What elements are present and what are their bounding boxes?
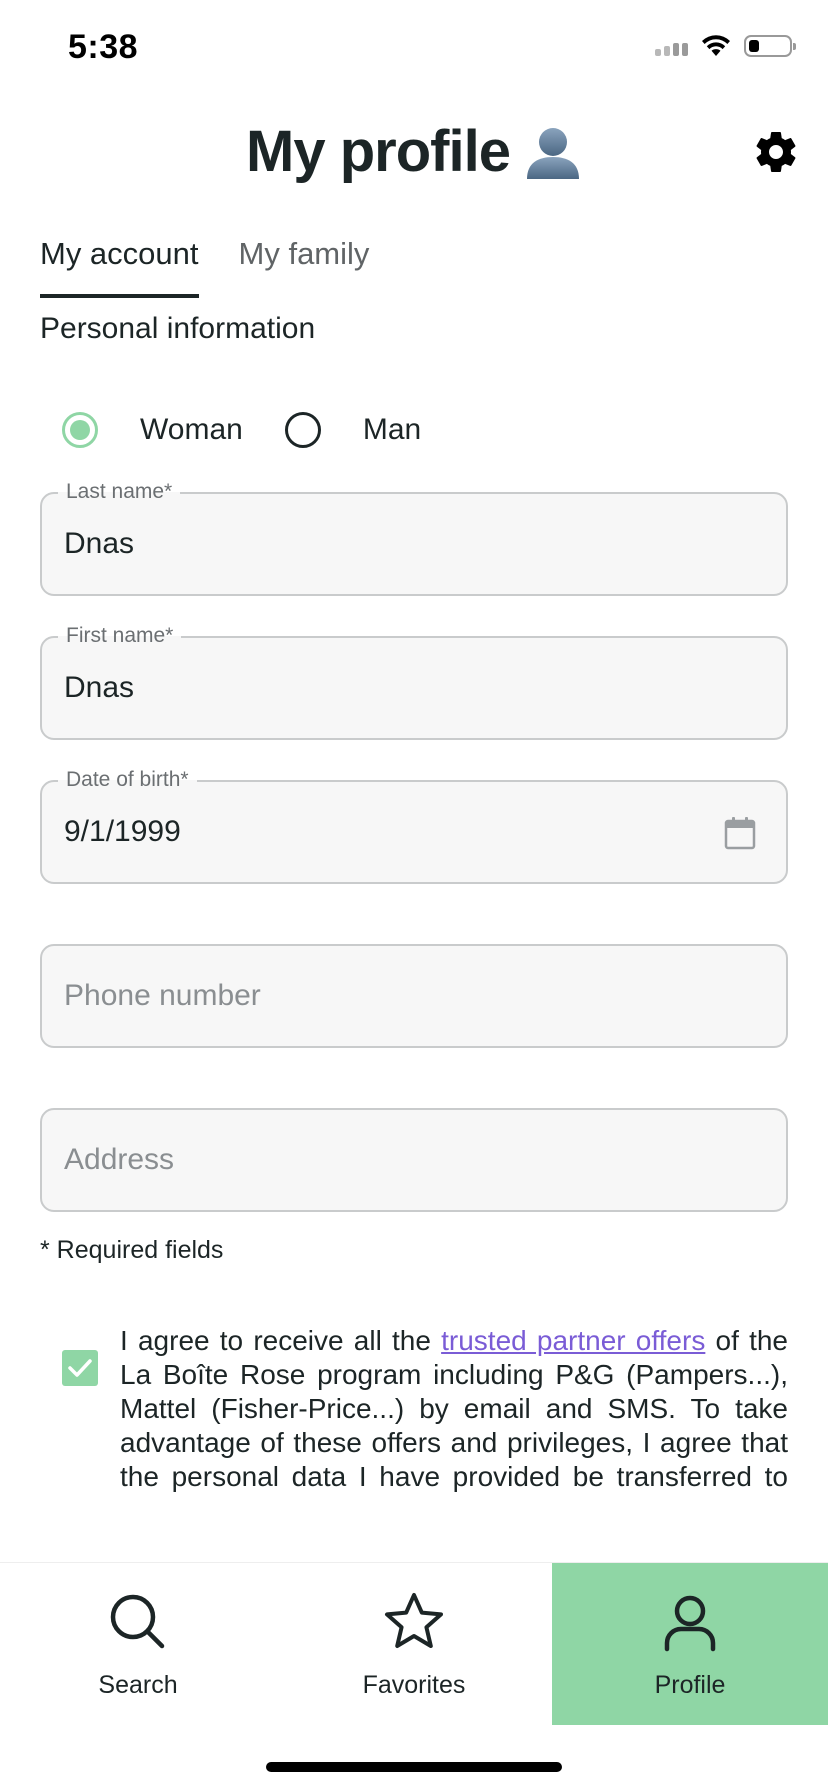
trusted-partner-offers-link[interactable]: trusted partner offers <box>441 1325 705 1356</box>
status-bar: 5:38 <box>0 0 828 100</box>
phone-number-field[interactable]: Phone number <box>40 944 788 1048</box>
address-placeholder: Address <box>64 1143 175 1176</box>
person-emoji-icon <box>526 127 579 179</box>
phone-number-placeholder: Phone number <box>64 979 261 1012</box>
consent-checkbox[interactable] <box>62 1350 98 1386</box>
consent-text-before: I agree to receive all the <box>120 1325 442 1356</box>
calendar-icon[interactable] <box>724 816 756 850</box>
wifi-icon <box>702 35 730 56</box>
first-name-value: Dnas <box>64 671 135 704</box>
last-name-field[interactable]: Last name* Dnas <box>40 480 788 596</box>
nav-label-search: Search <box>98 1671 178 1699</box>
star-icon <box>385 1593 443 1648</box>
radio-label-man: Man <box>362 413 422 446</box>
radio-option-woman[interactable]: Woman <box>62 412 243 448</box>
section-title: Personal information <box>40 312 316 345</box>
nav-label-profile: Profile <box>654 1671 726 1699</box>
home-indicator[interactable] <box>266 1762 562 1772</box>
nav-item-favorites[interactable]: Favorites <box>276 1563 552 1725</box>
tab-my-account[interactable]: My account <box>40 236 199 298</box>
status-indicators <box>655 34 796 58</box>
radio-button-man[interactable] <box>284 412 321 448</box>
bottom-navigation: Search Favorites Profile <box>0 1562 828 1725</box>
radio-button-woman[interactable] <box>62 412 98 448</box>
person-icon <box>664 1595 716 1652</box>
cellular-signal-icon <box>655 36 688 56</box>
radio-option-man[interactable]: Man <box>284 412 422 448</box>
settings-gear-icon[interactable] <box>752 128 800 176</box>
address-field[interactable]: Address <box>40 1108 788 1212</box>
radio-label-woman: Woman <box>140 413 243 446</box>
date-of-birth-value: 9/1/1999 <box>64 815 181 848</box>
gender-radio-group: Woman Man <box>62 412 463 448</box>
battery-icon <box>744 35 796 57</box>
date-of-birth-field[interactable]: Date of birth* 9/1/1999 <box>40 768 788 884</box>
consent-text: I agree to receive all the trusted partn… <box>120 1324 788 1500</box>
nav-item-search[interactable]: Search <box>0 1563 276 1725</box>
page-header: My profile <box>0 118 828 185</box>
nav-label-favorites: Favorites <box>362 1671 466 1699</box>
nav-item-profile[interactable]: Profile <box>552 1563 828 1725</box>
profile-tabs: My account My family <box>40 236 369 298</box>
checkmark-icon <box>68 1359 92 1377</box>
first-name-field[interactable]: First name* Dnas <box>40 624 788 740</box>
tab-my-family[interactable]: My family <box>239 236 370 298</box>
search-icon <box>110 1594 165 1649</box>
required-fields-note: * Required fields <box>40 1236 224 1264</box>
page-title: My profile <box>246 119 511 184</box>
status-time: 5:38 <box>68 28 139 66</box>
last-name-value: Dnas <box>64 527 135 560</box>
